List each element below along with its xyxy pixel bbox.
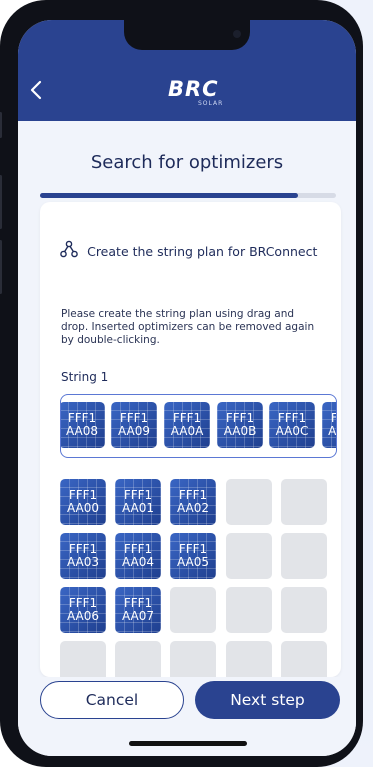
available-optimizer-tile[interactable]: FFF1 AA02: [170, 479, 216, 525]
network-icon: [60, 240, 78, 262]
optimizer-id-line2: AA07: [121, 609, 155, 623]
phone-frame: BRC SOLAR Search for optimizers Create t…: [0, 0, 363, 767]
empty-slot[interactable]: [281, 587, 327, 633]
available-optimizer-tile[interactable]: FFF1 AA05: [170, 533, 216, 579]
brc-logo-subtext: SOLAR: [198, 100, 224, 107]
phone-volume-up: [0, 175, 2, 229]
empty-slot[interactable]: [281, 533, 327, 579]
app-header: BRC SOLAR: [18, 20, 356, 121]
string-optimizer-tile[interactable]: FFF1 AA0A: [164, 402, 210, 448]
available-optimizer-tile[interactable]: FFF1 AA03: [60, 533, 106, 579]
cancel-button[interactable]: Cancel: [40, 681, 184, 719]
string-optimizer-tile[interactable]: FFF1 AA08: [61, 402, 105, 448]
string-optimizer-tile[interactable]: FFF1 AA0B: [217, 402, 263, 448]
string-label: String 1: [61, 370, 109, 384]
string-optimizer-tile[interactable]: FFF1AA0D: [322, 402, 337, 448]
optimizer-id-line2: AA0C: [275, 424, 309, 438]
back-button[interactable]: [26, 80, 46, 104]
optimizer-id-line2: AA0B: [223, 424, 257, 438]
progress-fill: [40, 193, 298, 198]
available-optimizer-tile[interactable]: FFF1 AA00: [60, 479, 106, 525]
empty-slot[interactable]: [60, 641, 106, 677]
available-optimizer-tile[interactable]: FFF1 AA07: [115, 587, 161, 633]
instructions-text: Please create the string plan using drag…: [61, 308, 315, 346]
empty-slot[interactable]: [226, 479, 272, 525]
optimizer-id-line2: AA04: [121, 555, 155, 569]
empty-slot[interactable]: [281, 641, 327, 677]
optimizer-id-line2: AA09: [117, 424, 151, 438]
optimizer-id-line2: AA03: [66, 555, 100, 569]
card-heading: Create the string plan for BRConnect: [60, 240, 317, 262]
progress-bar: [40, 193, 336, 198]
empty-slot[interactable]: [170, 641, 216, 677]
phone-notch: [124, 20, 250, 50]
next-step-button[interactable]: Next step: [195, 681, 340, 719]
string-optimizer-tile[interactable]: FFF1 AA0C: [269, 402, 315, 448]
string-drop-zone[interactable]: FFF1 AA08 FFF1 AA09 FFF1 AA0A FFF1 AA0B FFF1…: [60, 394, 337, 458]
available-optimizer-tile[interactable]: FFF1 AA06: [60, 587, 106, 633]
empty-slot[interactable]: [226, 641, 272, 677]
available-optimizer-tile[interactable]: FFF1 AA04: [115, 533, 161, 579]
empty-slot[interactable]: [226, 533, 272, 579]
optimizer-id-line2: AA06: [66, 609, 100, 623]
brc-logo: BRC: [168, 77, 219, 101]
phone-volume-down: [0, 240, 2, 294]
optimizer-id-line2: AA01: [121, 501, 155, 515]
optimizer-id-line2: AA0D: [328, 424, 337, 438]
optimizer-id-line2: AA02: [176, 501, 210, 515]
page-title: Search for optimizers: [90, 152, 284, 173]
optimizer-id-line2: AA08: [65, 424, 99, 438]
app-screen: BRC SOLAR Search for optimizers Create t…: [18, 20, 356, 756]
chevron-left-icon: [30, 80, 42, 100]
optimizer-id-line2: AA05: [176, 555, 210, 569]
optimizer-id-line2: AA0A: [170, 424, 204, 438]
optimizer-id-line2: AA00: [66, 501, 100, 515]
string-plan-card: Create the string plan for BRConnect Ple…: [40, 202, 341, 677]
phone-side-button: [0, 112, 2, 138]
empty-slot[interactable]: [115, 641, 161, 677]
card-heading-text: Create the string plan for BRConnect: [87, 243, 318, 259]
empty-slot[interactable]: [170, 587, 216, 633]
empty-slot[interactable]: [281, 479, 327, 525]
camera-dot: [233, 30, 241, 38]
home-indicator: [129, 741, 247, 746]
available-optimizer-tile[interactable]: FFF1 AA01: [115, 479, 161, 525]
empty-slot[interactable]: [226, 587, 272, 633]
string-optimizer-tile[interactable]: FFF1 AA09: [111, 402, 157, 448]
